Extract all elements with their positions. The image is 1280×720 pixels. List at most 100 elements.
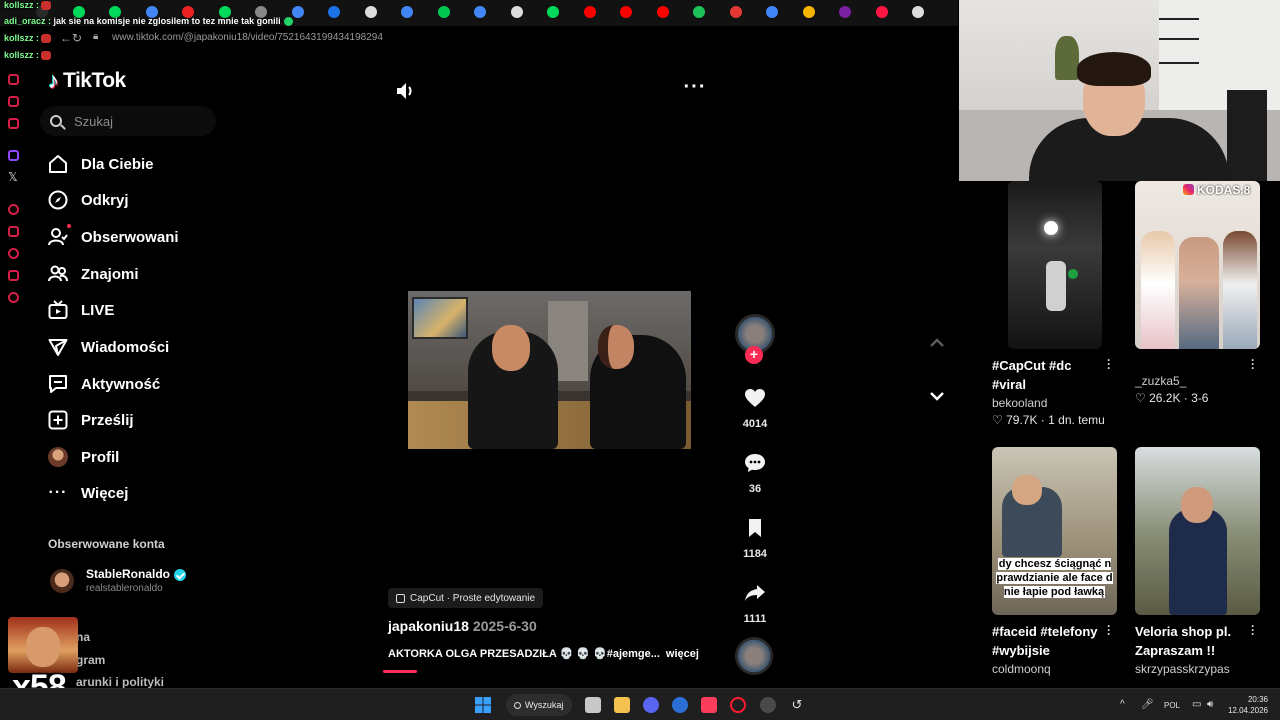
nav-explore[interactable]: Odkryj (48, 187, 129, 213)
volume-button[interactable] (394, 80, 416, 102)
followed-account-name[interactable]: StableRonaldo (86, 567, 187, 581)
browser-tab-favicon-icon[interactable] (364, 6, 377, 18)
browser-tab-favicon-icon[interactable] (437, 6, 450, 18)
recommended-video-title[interactable]: #faceid #telefony #wybijsie (992, 622, 1102, 660)
app-icon[interactable] (672, 697, 688, 713)
browser-tab-favicon-icon[interactable] (766, 6, 778, 18)
footer-link[interactable]: arunki i polityki (76, 675, 164, 689)
browser-tab-favicon-icon[interactable] (510, 6, 523, 18)
recommended-video-user[interactable]: bekooland (992, 396, 1047, 410)
footer-link[interactable]: gram (76, 653, 105, 667)
more-options-button[interactable]: ··· (682, 77, 708, 102)
system-clock[interactable]: 20:36 12.04.2026 (1226, 694, 1268, 716)
browser-tab-favicon-icon[interactable] (474, 6, 486, 18)
video-progress-bar[interactable] (383, 670, 417, 673)
tiktok-logo[interactable]: ♪ TikTok (48, 68, 126, 94)
recommended-video-title[interactable]: Veloria shop pl. Zapraszam !! (1135, 622, 1255, 660)
x-icon[interactable]: 𝕏 (8, 170, 18, 184)
address-bar[interactable]: ← ↻ 🔒︎ www.tiktok.com/@japakoniu18/video… (60, 28, 958, 48)
card-options-icon[interactable]: · · · (1250, 354, 1256, 374)
share-button[interactable]: 1111 (735, 581, 775, 625)
browser-tab-favicon-icon[interactable] (839, 6, 851, 18)
browser-tab-favicon-icon[interactable] (291, 6, 304, 18)
search-input[interactable] (74, 113, 194, 129)
network-icon[interactable]: ▭ (1192, 699, 1201, 710)
recommended-video-thumbnail[interactable] (1135, 447, 1260, 615)
recommended-video-thumbnail[interactable] (1008, 181, 1102, 349)
next-creator-avatar[interactable] (735, 637, 773, 675)
recommended-video-user[interactable]: _zuzka5_ (1135, 374, 1186, 388)
rail-app-icon[interactable] (8, 248, 19, 259)
nav-label: LIVE (81, 301, 115, 319)
recommended-video-user[interactable]: skrzypasskrzypas (1135, 662, 1230, 676)
nav-activity[interactable]: Aktywność (48, 371, 160, 397)
twitch-icon[interactable] (8, 150, 19, 161)
footer-link[interactable]: na (76, 630, 90, 644)
nav-messages[interactable]: Wiadomości (48, 334, 169, 360)
nav-more[interactable]: ··· Więcej (48, 480, 129, 506)
browser-tab-favicon-icon[interactable] (875, 6, 888, 18)
browser-tab-favicon-icon[interactable] (729, 6, 742, 18)
more-text-button[interactable]: więcej (666, 648, 699, 660)
opera-icon[interactable] (730, 697, 746, 713)
app-icon[interactable] (760, 697, 776, 713)
nav-live[interactable]: LIVE (48, 297, 114, 323)
recommended-video-thumbnail[interactable]: KODAS.8 (1135, 181, 1260, 349)
nav-upload[interactable]: Prześlij (48, 407, 134, 433)
nav-friends[interactable]: Znajomi (48, 261, 139, 287)
card-options-icon[interactable]: · · · (1106, 620, 1112, 640)
browser-tab-favicon-icon[interactable] (656, 6, 669, 18)
nav-profile[interactable]: Profil (48, 444, 119, 470)
volume-icon[interactable]: 🔊︎ (1207, 699, 1213, 710)
followed-account-handle[interactable]: realstableronaldo (86, 583, 163, 594)
save-button[interactable]: 1184 (735, 516, 775, 560)
previous-video-button[interactable] (926, 332, 948, 354)
taskbar-search[interactable]: Wyszukaj (506, 694, 572, 716)
browser-tab-favicon-icon[interactable] (583, 6, 596, 18)
capcut-icon (396, 593, 405, 603)
browser-tab-favicon-icon[interactable] (802, 6, 815, 18)
recommended-video-user[interactable]: coldmoonq (992, 662, 1051, 676)
music-icon[interactable] (701, 697, 717, 713)
follow-plus-icon[interactable]: + (745, 346, 763, 364)
reload-icon[interactable]: ↻ (72, 31, 82, 45)
browser-tab-favicon-icon[interactable] (401, 6, 413, 18)
rail-app-icon[interactable] (8, 74, 19, 85)
next-video-button[interactable] (926, 385, 948, 407)
video-author-line[interactable]: japakoniu18 2025-6-30 (388, 618, 537, 634)
app-icon[interactable]: ↺ (789, 697, 805, 713)
rail-app-icon[interactable] (8, 118, 19, 129)
windows-start-icon[interactable] (475, 697, 491, 713)
recommended-video-thumbnail[interactable]: dy chcesz ściągnąć n prawdzianie ale fac… (992, 447, 1117, 615)
file-explorer-icon[interactable] (614, 697, 630, 713)
browser-tab-favicon-icon[interactable] (693, 6, 705, 18)
video-player[interactable] (408, 291, 691, 449)
tray-chevron-up-icon[interactable]: ^ (1120, 699, 1125, 710)
like-button[interactable]: 4014 (735, 386, 775, 430)
browser-tab-favicon-icon[interactable] (547, 6, 559, 18)
author-name[interactable]: japakoniu18 (388, 618, 469, 634)
card-options-icon[interactable]: · · · (1250, 620, 1256, 640)
url-text[interactable]: www.tiktok.com/@japakoniu18/video/752164… (112, 32, 383, 43)
discord-icon[interactable] (643, 697, 659, 713)
rail-app-icon[interactable] (8, 96, 19, 107)
nav-for-you[interactable]: Dla Ciebie (48, 151, 154, 177)
browser-tab-favicon-icon[interactable] (620, 6, 632, 18)
microphone-icon[interactable]: 🎤︎ (1141, 699, 1154, 710)
settings-icon[interactable] (8, 292, 19, 303)
nav-following[interactable]: Obserwowani (48, 224, 179, 250)
browser-tab-favicon-icon[interactable] (912, 6, 924, 18)
card-options-icon[interactable]: · · · (1106, 354, 1112, 374)
effect-tag[interactable]: CapCut · Proste edytowanie (388, 588, 544, 608)
back-icon[interactable]: ← (60, 31, 72, 45)
search-box[interactable] (40, 106, 216, 136)
language-indicator[interactable]: POL (1164, 701, 1180, 710)
comment-button[interactable]: 36 (735, 451, 775, 495)
followed-account-avatar[interactable] (50, 569, 74, 593)
task-view-icon[interactable] (585, 697, 601, 713)
rail-app-icon[interactable] (8, 270, 19, 281)
rail-app-icon[interactable] (8, 204, 19, 215)
browser-tab-favicon-icon[interactable] (328, 6, 340, 18)
rail-app-icon[interactable] (8, 226, 19, 237)
recommended-video-title[interactable]: #CapCut #dc #viral (992, 356, 1092, 394)
